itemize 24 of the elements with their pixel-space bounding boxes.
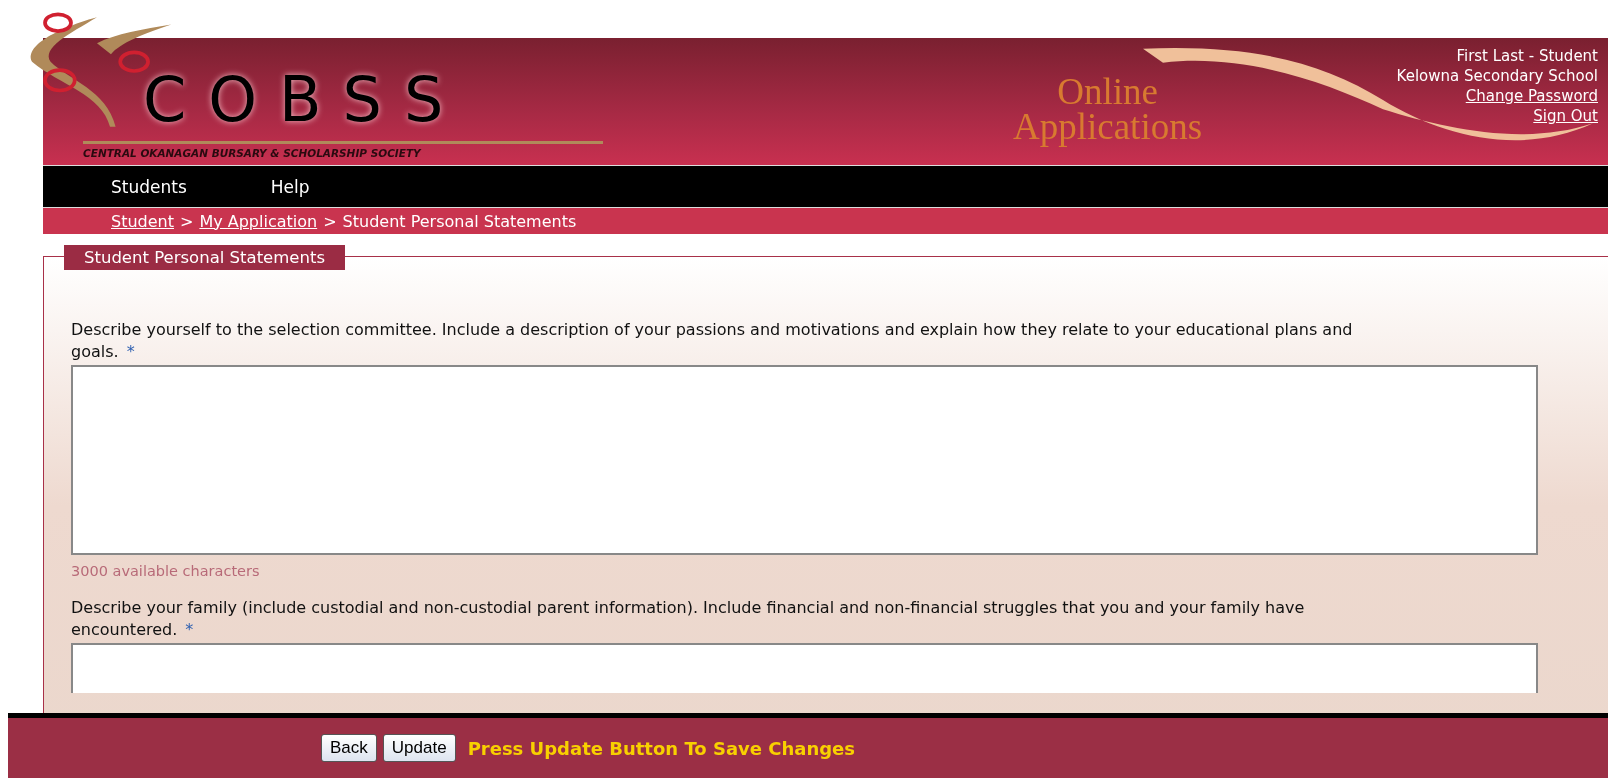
user-name: First Last - Student bbox=[1456, 46, 1598, 66]
nav-item[interactable]: Students bbox=[111, 176, 187, 197]
footer-button[interactable]: Update bbox=[382, 734, 456, 762]
header-link[interactable]: Change Password bbox=[1465, 86, 1598, 106]
nav-item[interactable]: Help bbox=[270, 176, 310, 197]
answer-box[interactable] bbox=[71, 643, 1538, 693]
banner-title: Online bbox=[1057, 74, 1158, 110]
breadcrumb-current: Student Personal Statements bbox=[342, 211, 577, 231]
logo-subtitle: CENTRAL OKANAGAN BURSARY & SCHOLARSHIP SOCIETY bbox=[83, 141, 603, 159]
school-name: Kelowna Secondary School bbox=[1396, 66, 1598, 86]
section-legend: Student Personal Statements bbox=[64, 245, 345, 270]
answer-box[interactable] bbox=[71, 365, 1538, 555]
footer-button[interactable]: Back bbox=[321, 734, 377, 762]
character-counter: 3000 available characters bbox=[71, 563, 261, 579]
breadcrumb-link[interactable]: My Application bbox=[199, 211, 318, 231]
question-label: Describe your family (include custodial and non-custodial parent information). Include financial and non-financial struggles that you and your family have encountered. * bbox=[71, 597, 1306, 641]
breadcrumb-separator: > bbox=[180, 211, 194, 231]
breadcrumb-link[interactable]: Student bbox=[111, 211, 174, 231]
header-link[interactable]: Sign Out bbox=[1533, 106, 1598, 126]
logo-text: COBSS bbox=[142, 69, 467, 131]
banner-title: Applications bbox=[1013, 109, 1203, 145]
breadcrumb-separator: > bbox=[323, 211, 337, 231]
question-label: Describe yourself to the selection committee. Include a description of your passions and motivations and explain how they relate to your educational plans and goals. * bbox=[71, 319, 1354, 363]
save-hint: Press Update Button To Save Changes bbox=[467, 737, 856, 759]
